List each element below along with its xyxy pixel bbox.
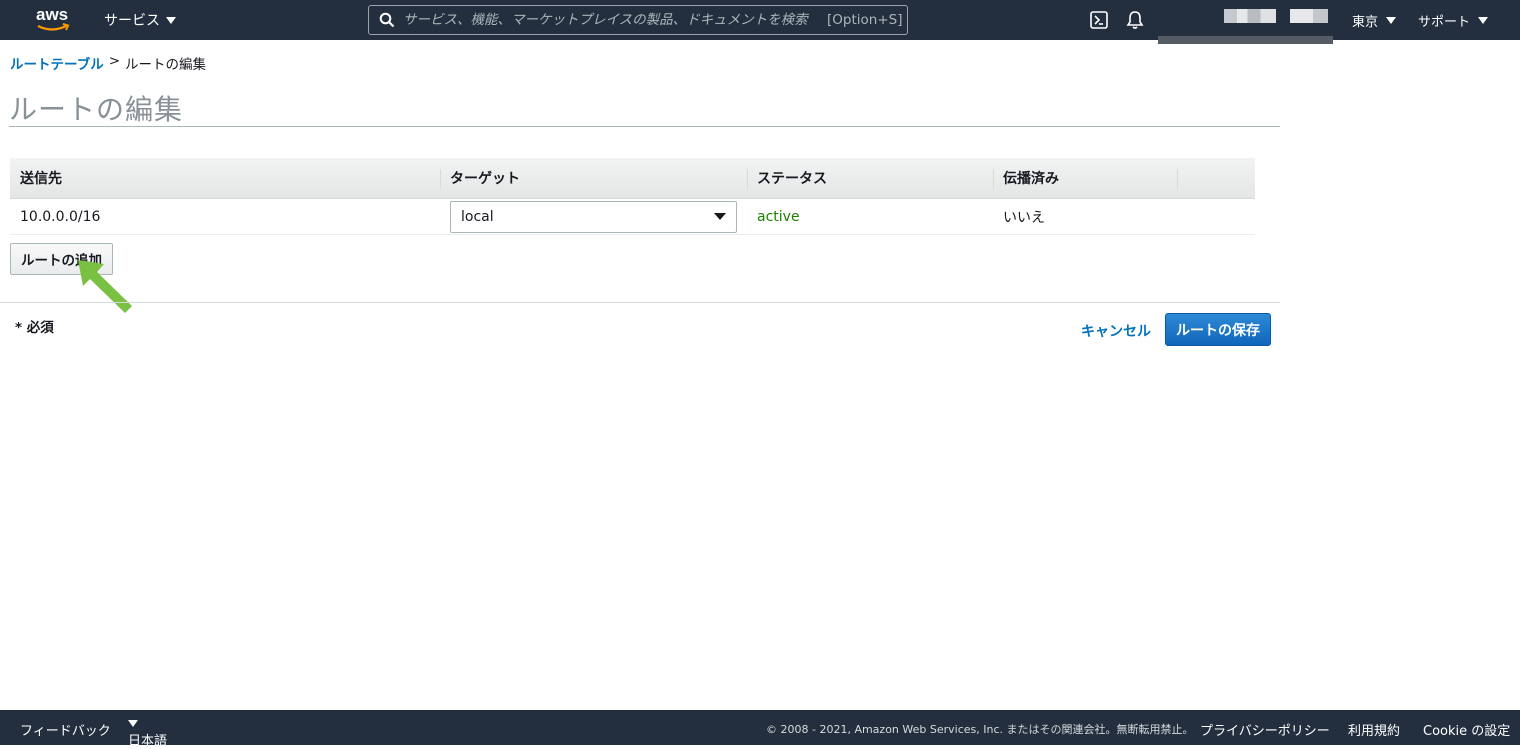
caret-down-icon	[1386, 17, 1397, 24]
aws-logo[interactable]: aws	[36, 6, 72, 34]
top-navigation: aws サービス [Option+S] 東京 サポート	[0, 0, 1520, 40]
table-row: 10.0.0.0/16 local active いいえ	[10, 199, 1255, 235]
redacted-account-name	[1224, 9, 1276, 23]
region-selector[interactable]: 東京	[1352, 11, 1397, 30]
services-label: サービス	[104, 13, 160, 29]
language-selector[interactable]: 日本語	[128, 720, 167, 749]
page-title: ルートの編集	[9, 93, 184, 126]
column-header-actions	[1177, 158, 1255, 198]
aws-logo-text: aws	[36, 5, 69, 24]
breadcrumb-route-tables-link[interactable]: ルートテーブル	[10, 53, 104, 73]
propagated-cell: いいえ	[1003, 209, 1045, 226]
actions-cell	[1177, 199, 1255, 234]
services-menu[interactable]: サービス	[104, 10, 176, 30]
column-header-status: ステータス	[747, 158, 993, 198]
notification-bell-icon[interactable]	[1126, 10, 1144, 30]
target-cell: local	[440, 199, 747, 234]
save-routes-button[interactable]: ルートの保存	[1165, 313, 1271, 346]
caret-down-icon	[714, 213, 726, 220]
column-header-destination: 送信先	[20, 171, 62, 187]
column-header-target: ターゲット	[440, 158, 747, 198]
annotation-arrow-icon	[78, 260, 132, 313]
support-menu[interactable]: サポート	[1418, 11, 1489, 30]
section-divider	[0, 302, 1280, 303]
target-select-value: local	[461, 208, 494, 225]
redacted-account-id	[1290, 9, 1328, 23]
caret-down-icon	[1478, 17, 1489, 24]
target-select[interactable]: local	[450, 200, 737, 233]
title-divider	[9, 126, 1280, 127]
language-label: 日本語	[128, 734, 168, 749]
search-icon	[379, 12, 395, 28]
status-cell: active	[757, 208, 800, 225]
search-bar[interactable]: [Option+S]	[368, 5, 908, 35]
search-shortcut-hint: [Option+S]	[827, 12, 903, 28]
privacy-policy-link[interactable]: プライバシーポリシー	[1200, 720, 1330, 739]
terms-link[interactable]: 利用規約	[1348, 720, 1400, 739]
account-menu[interactable]	[1224, 9, 1328, 23]
support-label: サポート	[1418, 15, 1471, 30]
feedback-link[interactable]: フィードバック	[20, 720, 111, 739]
destination-cell: 10.0.0.0/16	[20, 208, 101, 225]
breadcrumb-separator: >	[108, 53, 121, 69]
region-label: 東京	[1352, 15, 1379, 30]
cloudshell-icon[interactable]	[1090, 11, 1108, 29]
account-dropdown-edge	[1158, 36, 1333, 44]
breadcrumb: ルートテーブル > ルートの編集	[10, 53, 206, 73]
table-header: 送信先 ターゲット ステータス 伝播済み	[10, 158, 1255, 199]
cookie-settings-link[interactable]: Cookie の設定	[1423, 720, 1510, 739]
routes-table: 送信先 ターゲット ステータス 伝播済み 10.0.0.0/16 local a…	[10, 158, 1255, 235]
search-input[interactable]	[403, 12, 823, 28]
footer: フィードバック 日本語 © 2008 - 2021, Amazon Web Se…	[0, 710, 1520, 749]
caret-down-icon	[128, 720, 138, 727]
caret-down-icon	[166, 16, 176, 24]
aws-smile-icon	[37, 23, 70, 31]
copyright-text: © 2008 - 2021, Amazon Web Services, Inc.…	[766, 723, 1194, 736]
column-header-propagated: 伝播済み	[993, 158, 1177, 198]
required-note: * 必須	[15, 320, 54, 336]
breadcrumb-current: ルートの編集	[125, 57, 207, 73]
cancel-button[interactable]: キャンセル	[1081, 321, 1151, 341]
